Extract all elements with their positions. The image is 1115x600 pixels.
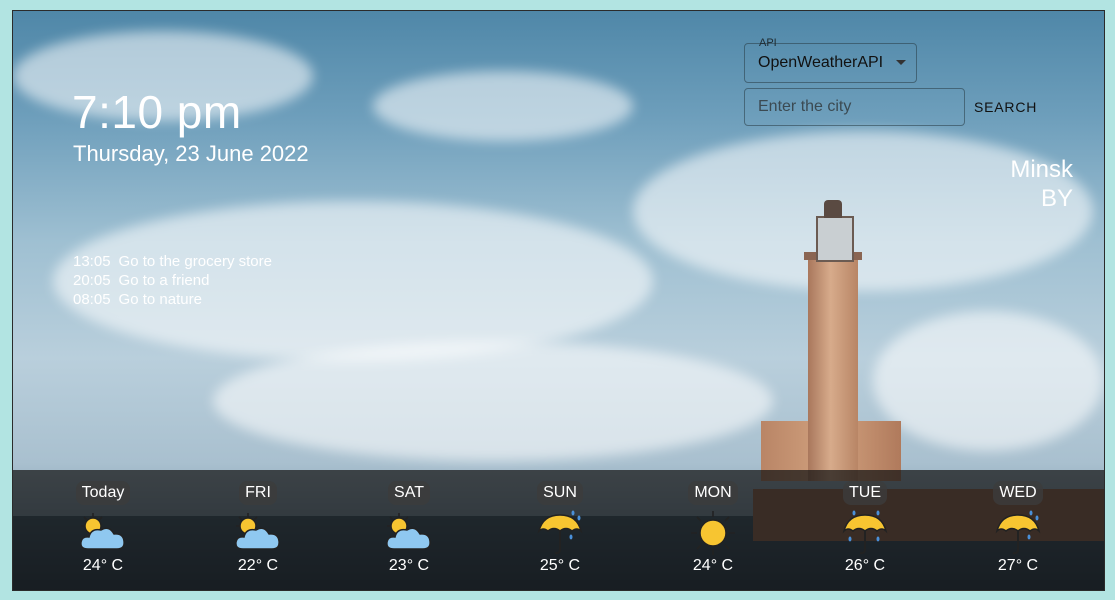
forecast-temp: 25° C [539,557,581,574]
search-button[interactable]: SEARCH [968,99,1043,115]
sun-icon [691,511,735,555]
forecast-day: SUN 25° C [510,470,610,575]
forecast-temp: 23° C [388,557,430,574]
current-date: Thursday, 23 June 2022 [73,141,309,166]
todo-time: 13:05 [73,253,111,270]
forecast-temp: 27° C [997,557,1039,574]
city-name: Minsk [1010,156,1073,183]
partly-cloudy-icon [80,513,125,550]
forecast-temp: 24° C [82,557,124,574]
forecast-day: MON 24° C [663,470,763,575]
todo-item: 13:05 Go to the grocery store [73,252,272,271]
todo-text: Go to nature [118,291,202,308]
todo-text: Go to a friend [118,272,210,289]
api-select[interactable]: API OpenWeatherAPI [744,37,917,83]
background-cloud [373,71,633,141]
umbrella-rain-icon [995,510,1041,555]
forecast-day-label: TUE [843,481,887,505]
current-time: 7:10 pm [72,86,242,138]
partly-cloudy-icon [235,513,280,550]
forecast-day-label: MON [688,481,738,505]
forecast-day-label: Today [75,481,131,505]
forecast-temp: 26° C [844,557,886,574]
api-select-value: OpenWeatherAPI [758,54,884,71]
weather-app-frame: 7:10 pm Thursday, 23 June 2022 13:05 Go t… [12,10,1105,591]
forecast-temp: 24° C [692,557,734,574]
forecast-day-label: WED [993,481,1043,505]
todo-time: 08:05 [73,291,111,308]
forecast-day-label: FRI [239,481,277,505]
forecast-temp: 22° C [237,557,279,574]
background-cloud [213,341,773,461]
forecast-day: FRI 22° C [208,470,308,575]
forecast-bar: Today 24° C FRI 22° C SAT 23° C SUN 25° … [13,470,1104,590]
todo-list: 13:05 Go to the grocery store 20:05 Go to … [73,252,272,309]
umbrella-rain-icon [842,510,888,555]
dropdown-arrow-icon[interactable] [896,60,906,65]
umbrella-rain-icon [537,510,583,555]
partly-cloudy-icon [386,513,431,550]
api-select-label: API [759,37,777,49]
country-code: BY [1040,185,1073,212]
forecast-day: Today 24° C [53,470,153,575]
lighthouse-lantern [816,216,854,262]
lighthouse-tower [808,256,858,481]
forecast-day-label: SAT [388,481,430,505]
forecast-day-label: SUN [537,481,583,505]
lighthouse-cap [824,200,842,218]
city-search-input[interactable] [744,88,965,126]
location: Minsk BY [1010,155,1073,213]
forecast-day: WED 27° C [968,470,1068,575]
forecast-day: SAT 23° C [359,470,459,575]
todo-item: 08:05 Go to nature [73,290,272,309]
background-cloud [873,311,1103,451]
todo-text: Go to the grocery store [118,253,272,270]
todo-item: 20:05 Go to a friend [73,271,272,290]
forecast-day: TUE 26° C [815,470,915,575]
todo-time: 20:05 [73,272,111,289]
